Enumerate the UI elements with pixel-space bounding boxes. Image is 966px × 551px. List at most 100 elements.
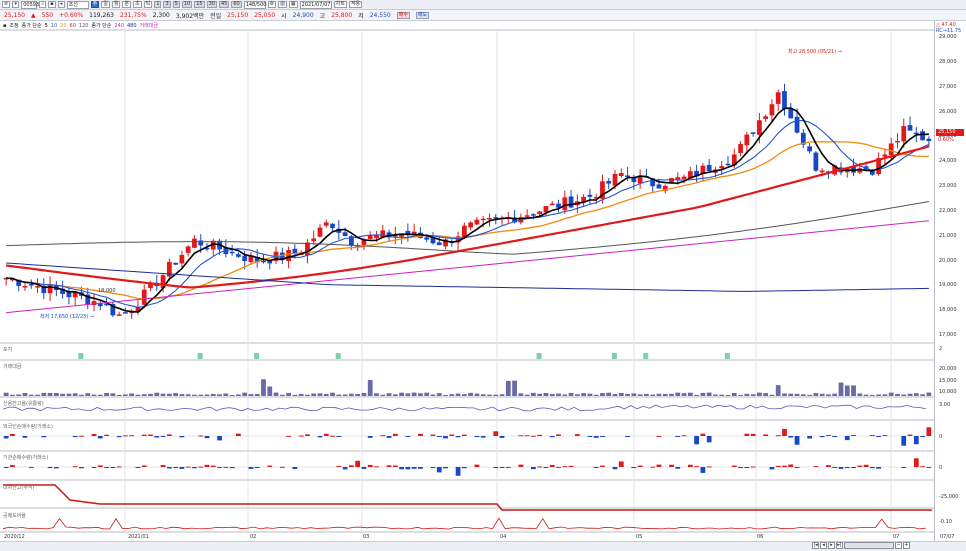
volume-bar — [85, 393, 91, 396]
candle-body — [173, 262, 179, 265]
institution-netbuy-bar — [192, 467, 197, 469]
foreign-netbuy-bar — [826, 434, 831, 436]
volume-bar — [348, 393, 354, 396]
institution-netbuy-bar — [279, 466, 285, 468]
price-axis-tick: 24,000 — [939, 158, 957, 165]
volume-bar — [713, 394, 718, 396]
scroll-left-icon[interactable]: ◂ — [820, 542, 827, 549]
volume-bar — [587, 393, 593, 396]
volume-bar — [568, 392, 574, 396]
foreign-netbuy-bar — [392, 433, 398, 436]
volume-bar — [104, 392, 109, 396]
institution-netbuy-bar — [556, 466, 561, 468]
candle-body — [72, 292, 78, 298]
volume-bar — [210, 394, 216, 396]
volume-bar — [505, 380, 511, 396]
volume-bar — [700, 392, 706, 396]
volume-bar — [574, 394, 580, 396]
foreign-netbuy-bar — [97, 436, 103, 439]
institution-netbuy-bar — [549, 464, 555, 467]
foreign-netbuy-bar — [141, 434, 147, 436]
foreign-netbuy-bar — [380, 435, 386, 437]
volume-bar — [123, 394, 128, 396]
foreign-netbuy-bar — [524, 435, 530, 437]
institution-netbuy-bar — [166, 467, 172, 469]
foreign-netbuy-bar — [298, 435, 304, 437]
volume-bar — [606, 392, 612, 396]
ma120-line — [6, 201, 929, 255]
zoom-out-icon[interactable]: − — [895, 542, 902, 549]
panel-label-5: 대차잔고(주식) — [3, 485, 35, 491]
institution-netbuy-bar — [687, 464, 693, 467]
institution-netbuy-bar — [775, 465, 781, 467]
zoom-in-icon[interactable]: + — [903, 542, 910, 549]
candle-body — [562, 197, 568, 211]
volume-bar — [769, 394, 775, 396]
foreign-netbuy-bar — [198, 435, 204, 437]
candle-body — [116, 314, 122, 316]
volume-bar — [832, 393, 838, 396]
foreign-netbuy-bar — [449, 434, 455, 436]
institution-netbuy-bar — [869, 467, 875, 469]
signal-marker — [197, 353, 203, 359]
institution-netbuy-bar — [794, 467, 800, 468]
volume-bar — [838, 382, 844, 396]
volume-bar — [637, 394, 643, 396]
institution-netbuy-bar — [750, 466, 756, 468]
x-label-7: 07 — [893, 534, 900, 540]
candle-body — [474, 219, 480, 225]
volume-bar — [10, 394, 15, 396]
volume-bar — [135, 394, 141, 396]
institution-netbuy-bar — [593, 467, 599, 468]
institution-netbuy-bar — [788, 464, 794, 467]
volume-bar — [223, 393, 229, 396]
volume-bar — [782, 393, 787, 396]
candle-body — [920, 131, 925, 141]
candle-body — [330, 223, 335, 228]
volume-bar — [236, 394, 241, 396]
panel-tick-1a: 20,000 — [939, 366, 957, 372]
institution-netbuy-bar — [744, 467, 750, 468]
volume-bar — [66, 393, 72, 396]
volume-bar — [60, 393, 66, 396]
chart-canvas[interactable] — [0, 0, 966, 551]
foreign-netbuy-bar — [123, 435, 128, 437]
volume-bar — [631, 393, 637, 396]
low-annotation: 최저 17,650 (12/23) → — [40, 314, 94, 320]
candle-body — [342, 232, 348, 237]
volume-bar — [179, 394, 185, 396]
institution-netbuy-bar — [160, 464, 166, 467]
foreign-netbuy-bar — [129, 435, 135, 437]
price-axis-tick: 20,000 — [939, 257, 957, 264]
foreign-netbuy-bar — [763, 434, 769, 436]
institution-netbuy-bar — [543, 467, 549, 468]
institution-netbuy-bar — [348, 465, 354, 467]
volume-bar — [468, 392, 474, 396]
top-right-annotation-2: RC→11.75 — [936, 28, 962, 34]
foreign-netbuy-bar — [537, 434, 543, 436]
scroll-last-icon[interactable]: ▸| — [836, 542, 843, 549]
signal-marker — [611, 353, 617, 359]
panel-tick-0: 2 — [939, 346, 943, 352]
institution-netbuy-bar — [926, 466, 932, 468]
foreign-netbuy-bar — [204, 436, 210, 439]
foreign-netbuy-bar — [286, 435, 291, 437]
candle-body — [725, 163, 731, 166]
scroll-right-icon[interactable]: ▸ — [828, 542, 835, 549]
ma5-line — [6, 107, 929, 313]
candle-body — [681, 176, 687, 180]
volume-bar — [380, 394, 386, 396]
foreign-netbuy-bar — [807, 436, 812, 439]
scroll-first-icon[interactable]: |◂ — [812, 542, 819, 549]
volume-bar — [418, 393, 423, 396]
foreign-netbuy-bar — [556, 434, 561, 436]
institution-netbuy-bar — [694, 466, 699, 468]
x-label-3: 03 — [363, 534, 370, 540]
institution-netbuy-bar — [656, 464, 662, 467]
candle-body — [229, 251, 235, 254]
volume-bar — [3, 392, 9, 396]
candle-body — [756, 120, 762, 135]
price-pct-tag: 0.60% — [938, 137, 954, 143]
panel-tick-1b: 15,000 — [939, 378, 957, 384]
scroll-bar[interactable] — [844, 542, 894, 549]
